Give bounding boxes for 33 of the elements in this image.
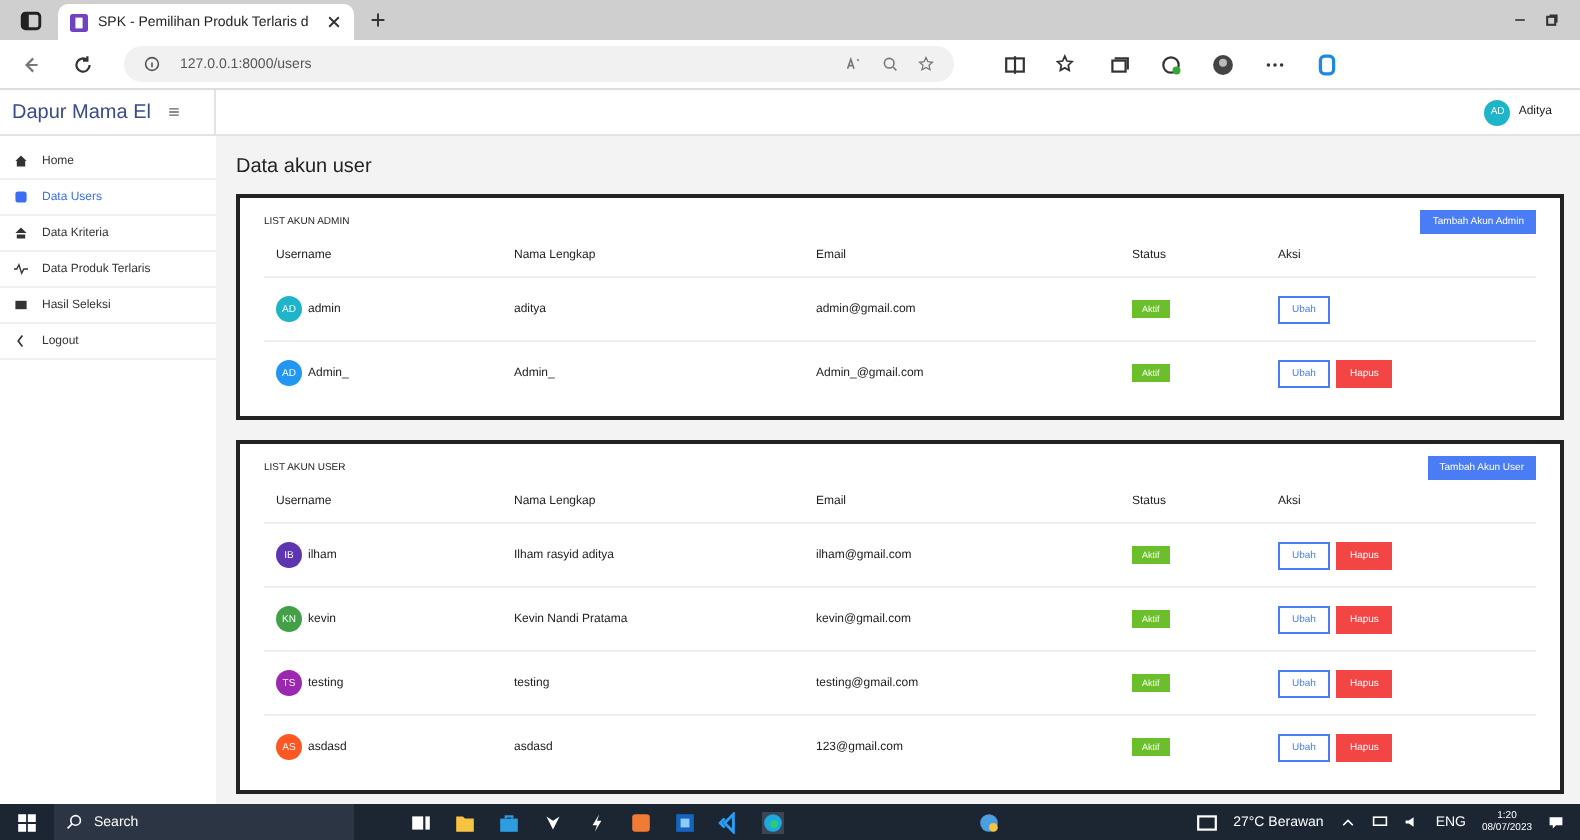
chevron-up-icon[interactable] — [1339, 814, 1356, 830]
weather-icon[interactable] — [978, 811, 1001, 833]
browser-icon[interactable] — [762, 811, 784, 833]
brand-title[interactable]: Dapur Mama El — [12, 101, 151, 123]
refresh-icon[interactable] — [72, 53, 94, 75]
document-icon[interactable] — [674, 811, 696, 833]
favicon-icon — [70, 13, 88, 31]
favorites-icon[interactable] — [1056, 53, 1078, 75]
bag-icon[interactable] — [498, 811, 520, 833]
read-aloud-icon[interactable] — [846, 56, 862, 72]
logout-icon — [14, 334, 28, 348]
notification-icon[interactable] — [1548, 814, 1565, 830]
star-icon[interactable] — [918, 56, 934, 72]
task-view-icon[interactable] — [410, 811, 432, 833]
search-icon — [66, 814, 82, 830]
windows-icon[interactable] — [16, 811, 38, 833]
menu-icon[interactable] — [166, 104, 183, 120]
back-icon[interactable] — [20, 53, 42, 75]
close-icon[interactable] — [326, 14, 342, 30]
code-editor-icon[interactable] — [718, 811, 740, 833]
split-screen-icon[interactable] — [1004, 53, 1026, 75]
new-tab-icon[interactable] — [370, 12, 386, 28]
profile-icon[interactable] — [1212, 53, 1234, 75]
tabs-icon[interactable] — [20, 9, 42, 31]
page-title: Data akun user — [236, 156, 374, 178]
restore-icon[interactable] — [1544, 12, 1560, 28]
zoom-icon[interactable] — [882, 56, 898, 72]
app-icon[interactable] — [630, 811, 652, 833]
folder-icon[interactable] — [454, 811, 476, 833]
collections-icon[interactable] — [1108, 53, 1130, 75]
home-icon — [14, 154, 28, 168]
info-icon — [144, 56, 160, 72]
speaker-icon[interactable] — [1403, 814, 1420, 830]
